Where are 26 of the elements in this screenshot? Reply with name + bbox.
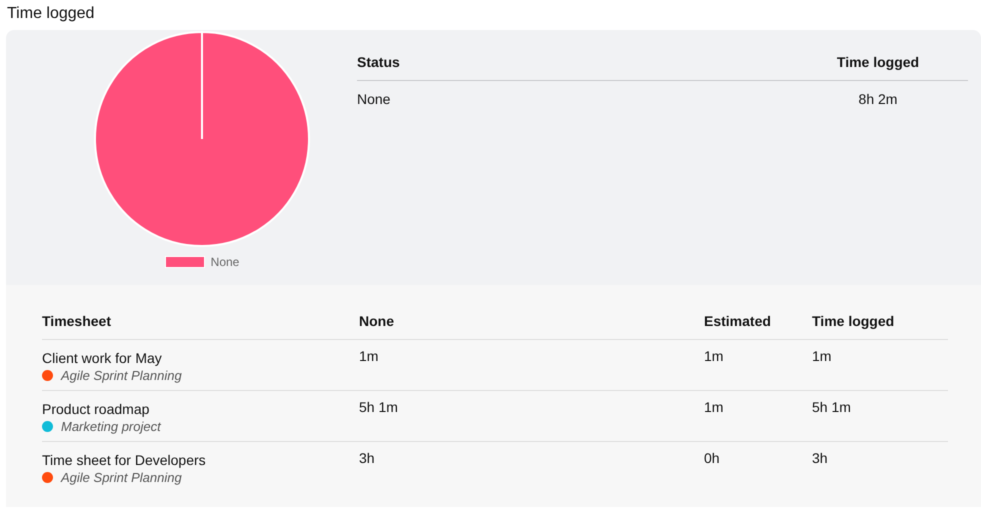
- table-cell-text: 3h: [359, 450, 376, 466]
- column-header: Status: [357, 54, 401, 70]
- table-cell-text: 8h 2m: [858, 91, 898, 107]
- timesheet-link[interactable]: Client work for May: [42, 348, 359, 368]
- table-cell-text: None: [357, 91, 392, 107]
- column-header: Timesheet: [42, 313, 112, 329]
- column-header: Estimated: [704, 313, 772, 329]
- table-cell-text: 1m: [812, 348, 832, 364]
- table-cell-text: 1m: [359, 348, 380, 364]
- table-cell-text: 1m: [704, 348, 724, 364]
- legend-label: None: [210, 255, 240, 269]
- project-name: Marketing project: [61, 419, 161, 434]
- table-cell-text: 1m: [704, 399, 724, 415]
- timesheet-link[interactable]: Time sheet for Developers: [42, 450, 359, 470]
- column-header: Time logged: [812, 313, 896, 329]
- project-name: Agile Sprint Planning: [61, 368, 182, 383]
- column-header: Time logged: [836, 54, 920, 70]
- table-cell-text: 5h 1m: [812, 399, 852, 415]
- section-title: Time logged: [6, 4, 96, 24]
- project-name: Agile Sprint Planning: [61, 470, 182, 485]
- table-cell-text: 5h 1m: [359, 399, 399, 415]
- table-cell-text: 0h: [704, 450, 721, 466]
- legend-swatch: [164, 256, 205, 268]
- timesheet-link[interactable]: Product roadmap: [42, 399, 359, 419]
- column-header: None: [359, 313, 395, 329]
- table-cell-text: 3h: [812, 450, 829, 466]
